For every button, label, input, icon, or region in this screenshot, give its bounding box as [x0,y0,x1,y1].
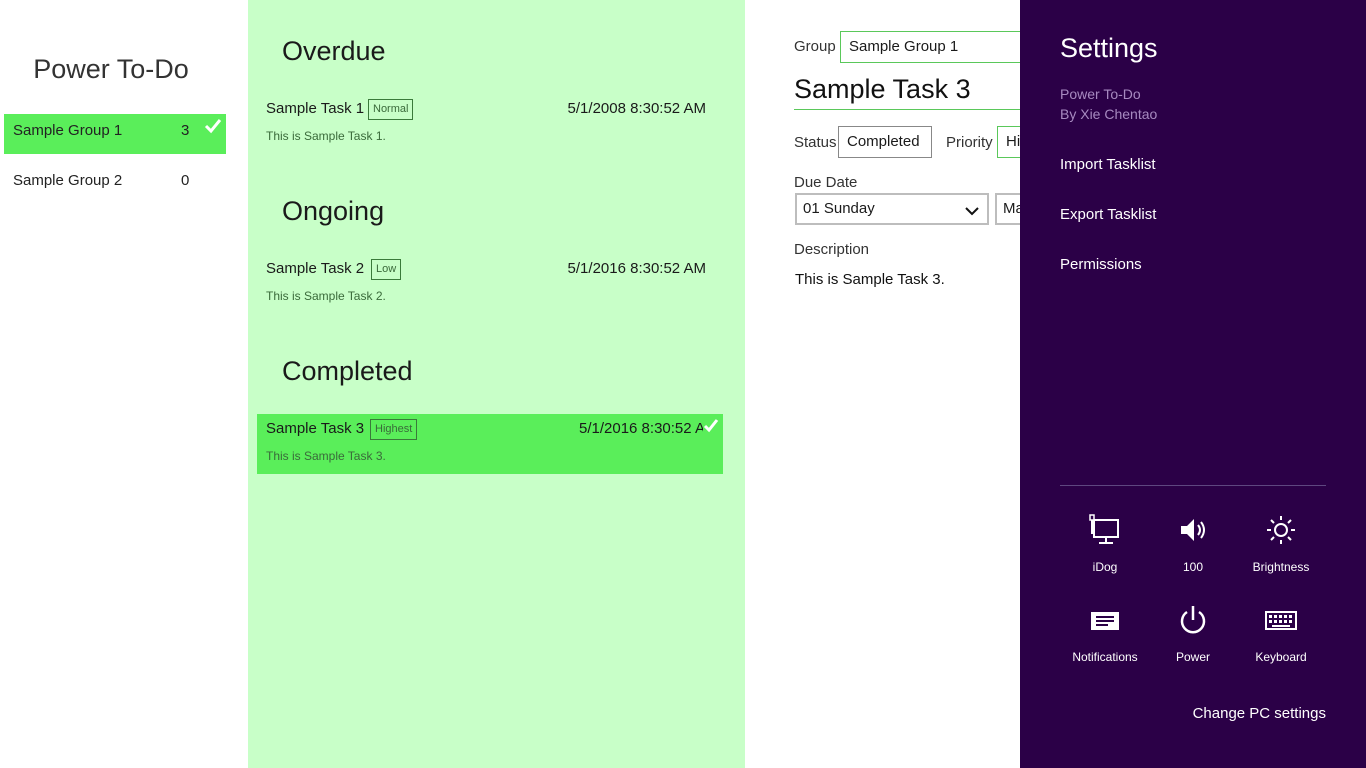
quick-setting-label: Brightness [1252,560,1310,574]
task-item-sample-task-1[interactable]: Sample Task 1 Normal 5/1/2008 8:30:52 AM… [257,94,723,154]
group-name: Sample Group 2 [13,172,123,189]
task-date: 5/1/2016 8:30:52 AM [567,260,706,277]
power-icon [1149,604,1237,636]
priority-label: Priority [946,134,993,151]
group-label: Group [794,38,836,55]
group-count: 3 [181,122,190,139]
task-detail-pane: Group Sample Group 1 Sample Task 3 Statu… [745,0,1020,768]
task-name-field[interactable]: Sample Task 3 [794,74,1020,110]
notifications-icon [1061,604,1149,636]
app-title: Power To-Do [33,54,189,84]
settings-pane: Settings Power To-Do By Xie Chentao Impo… [1020,0,1366,768]
task-title: Sample Task 2 [266,260,365,277]
description-label: Description [794,241,870,258]
group-count: 0 [181,172,190,189]
due-day-select[interactable]: 01 Sunday [795,193,989,225]
quick-setting-label: 100 [1182,560,1204,574]
groups-pane: Power To-Do Sample Group 1 3 Sample Grou… [0,0,248,768]
priority-tag: Normal [368,99,414,120]
checkmark-icon [703,418,719,438]
task-title: Sample Task 3 [266,420,365,437]
settings-divider [1060,485,1326,486]
group-item-sample-group-2[interactable]: Sample Group 2 0 [4,164,226,204]
group-item-sample-group-1[interactable]: Sample Group 1 3 [4,114,226,154]
volume-icon [1149,514,1237,546]
task-description: This is Sample Task 3. [266,449,386,463]
status-label: Status [794,134,837,151]
status-select[interactable]: Completed [838,126,932,158]
network-icon [1061,514,1149,546]
notifications-tile[interactable]: Notifications [1061,604,1149,674]
network-tile[interactable]: iDog [1061,514,1149,584]
due-day-value: 01 Sunday [803,200,875,217]
task-item-sample-task-2[interactable]: Sample Task 2 Low 5/1/2016 8:30:52 AM Th… [257,254,723,314]
tasks-pane: Overdue Sample Task 1 Normal 5/1/2008 8:… [248,0,745,768]
volume-tile[interactable]: 100 [1149,514,1237,584]
task-date: 5/1/2016 8:30:52 AM [579,420,703,437]
group-name: Sample Group 1 [13,122,123,139]
power-tile[interactable]: Power [1149,604,1237,674]
settings-title: Settings [1060,33,1158,63]
quick-setting-label: Notifications [1072,650,1138,664]
checkmark-icon [204,118,222,138]
keyboard-tile[interactable]: Keyboard [1237,604,1325,674]
export-tasklist-link[interactable]: Export Tasklist [1060,206,1156,223]
section-header-completed: Completed [282,356,413,386]
quick-setting-label: iDog [1092,560,1118,574]
due-month-value: Ma [1003,200,1020,217]
description-field[interactable]: This is Sample Task 3. [795,271,945,288]
settings-author: By Xie Chentao [1060,106,1158,122]
quick-setting-label: Keyboard [1255,650,1307,664]
quick-setting-label: Power [1175,650,1210,664]
change-pc-settings-link[interactable]: Change PC settings [1193,705,1326,722]
permissions-link[interactable]: Permissions [1060,256,1142,273]
priority-tag: Low [371,259,402,280]
task-description: This is Sample Task 1. [266,129,386,143]
due-date-label: Due Date [794,174,858,191]
task-description: This is Sample Task 2. [266,289,386,303]
keyboard-icon [1237,604,1325,636]
chevron-down-icon [965,203,979,220]
task-date: 5/1/2008 8:30:52 AM [567,100,706,117]
import-tasklist-link[interactable]: Import Tasklist [1060,156,1156,173]
group-select[interactable]: Sample Group 1 [840,31,1020,63]
brightness-tile[interactable]: Brightness [1237,514,1325,584]
task-item-sample-task-3[interactable]: Sample Task 3 Highest 5/1/2016 8:30:52 A… [257,414,723,474]
settings-app-name: Power To-Do [1060,86,1141,102]
brightness-icon [1237,514,1325,546]
task-title: Sample Task 1 [266,100,365,117]
due-month-select[interactable]: Ma [995,193,1020,225]
section-header-ongoing: Ongoing [282,196,385,226]
priority-select[interactable]: Hi [997,126,1020,158]
priority-tag: Highest [370,419,418,440]
section-header-overdue: Overdue [282,36,386,66]
